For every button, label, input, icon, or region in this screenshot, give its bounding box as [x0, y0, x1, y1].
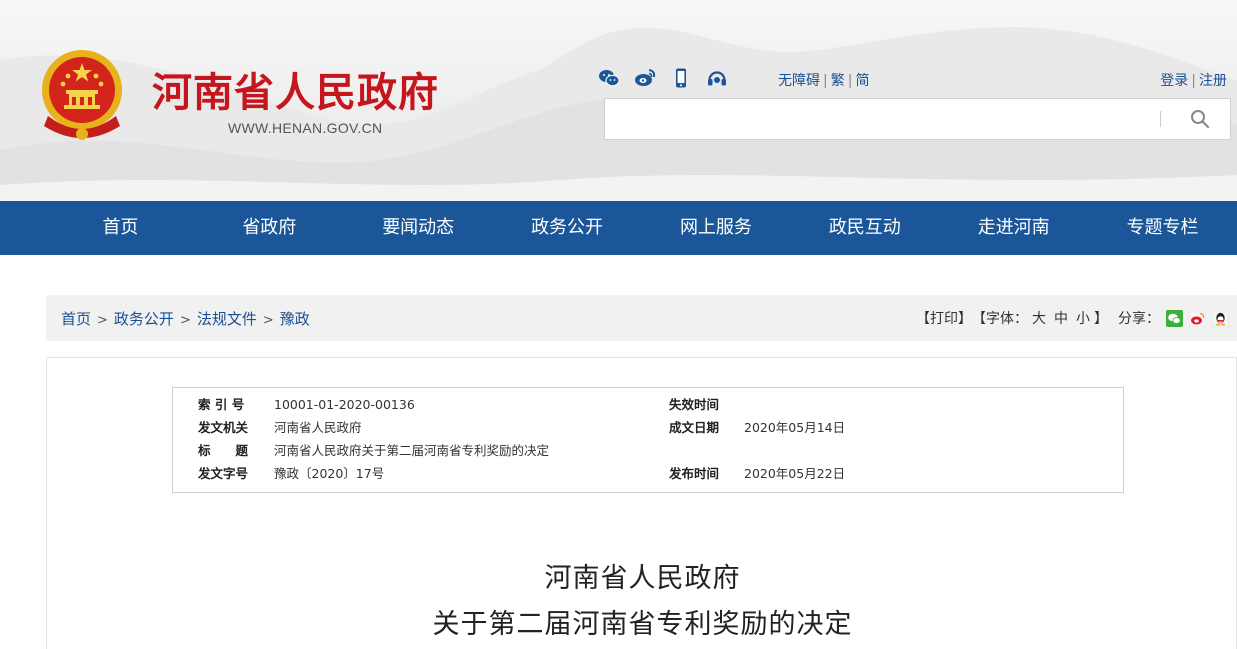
- breadcrumb-separator: >: [179, 313, 191, 328]
- metadata-row: 发文字号 豫政〔2020〕17号 发布时间 2020年05月22日: [173, 462, 1125, 485]
- metadata-row: 索 引 号 10001-01-2020-00136 失效时间: [173, 393, 1125, 416]
- expiry-date-label: 失效时间: [669, 397, 720, 412]
- breadcrumb-separator: >: [262, 313, 274, 328]
- page-tools: 【打印】 【字体： 大 中 小 】 分享：: [916, 308, 1229, 328]
- breadcrumb-regulations[interactable]: 法规文件: [197, 310, 257, 328]
- simplified-chinese-link[interactable]: 简: [855, 73, 869, 89]
- print-button[interactable]: 【打印】: [916, 308, 972, 328]
- breadcrumb-bar: 首页 > 政务公开 > 法规文件 > 豫政 【打印】 【字体： 大 中 小 】 分享：: [46, 295, 1237, 341]
- search-icon: [1191, 110, 1210, 129]
- search-input[interactable]: [605, 99, 1155, 139]
- written-date-label: 成文日期: [669, 420, 720, 435]
- index-number-label: 索 引 号: [198, 397, 245, 412]
- metadata-row: 标 题 河南省人民政府关于第二届河南省专利奖励的决定: [173, 439, 1125, 462]
- font-size-small[interactable]: 小: [1076, 308, 1090, 328]
- site-url: WWW.HENAN.GOV.CN: [228, 120, 383, 136]
- social-links: [598, 67, 728, 89]
- weibo-share-icon[interactable]: [1189, 309, 1206, 327]
- login-link[interactable]: 登录: [1160, 73, 1188, 89]
- nav-item-online-services[interactable]: 网上服务: [642, 201, 791, 255]
- written-date-value: 2020年05月14日: [744, 420, 846, 435]
- issuing-authority-value: 河南省人民政府: [274, 420, 362, 435]
- issuing-authority-label: 发文机关: [198, 420, 249, 435]
- publish-date-value: 2020年05月22日: [744, 466, 846, 481]
- weibo-icon[interactable]: [634, 67, 656, 89]
- breadcrumb: 首页 > 政务公开 > 法规文件 > 豫政: [61, 308, 310, 329]
- mobile-icon[interactable]: [670, 67, 692, 89]
- site-title[interactable]: 河南省人民政府: [152, 60, 439, 118]
- document-number-label: 发文字号: [198, 466, 249, 481]
- document-number-value: 豫政〔2020〕17号: [274, 466, 385, 481]
- font-size-label: 【字体：: [972, 311, 1028, 327]
- nav-item-provincial-government[interactable]: 省政府: [195, 201, 344, 255]
- accessibility-link[interactable]: 无障碍: [778, 73, 820, 89]
- breadcrumb-home[interactable]: 首页: [61, 310, 91, 328]
- font-size-medium[interactable]: 中: [1054, 308, 1068, 328]
- nav-item-government-affairs[interactable]: 政务公开: [493, 201, 642, 255]
- site-header: 河南省人民政府 WWW.HENAN.GOV.CN 无障碍 | 繁 | 简 登录 …: [0, 0, 1237, 201]
- qq-share-icon[interactable]: [1212, 309, 1229, 327]
- document-heading-line1: 河南省人民政府: [544, 563, 741, 594]
- wechat-icon[interactable]: [598, 67, 620, 89]
- user-links: 登录 | 注册: [1160, 70, 1227, 90]
- search-box: [604, 98, 1231, 140]
- national-emblem-icon: [42, 50, 122, 140]
- search-divider: [1160, 111, 1161, 127]
- divider: |: [1191, 73, 1196, 89]
- article-content: 索 引 号 10001-01-2020-00136 失效时间 发文机关 河南省人…: [46, 357, 1237, 649]
- breadcrumb-yuzheng[interactable]: 豫政: [280, 310, 310, 328]
- main-nav: 首页 省政府 要闻动态 政务公开 网上服务 政民互动 走进河南 专题专栏: [0, 201, 1237, 255]
- document-title-value: 河南省人民政府关于第二届河南省专利奖励的决定: [274, 443, 550, 458]
- index-number-value: 10001-01-2020-00136: [274, 397, 415, 412]
- divider: |: [823, 73, 828, 89]
- nav-item-news[interactable]: 要闻动态: [344, 201, 493, 255]
- font-size-close: 】: [1094, 311, 1108, 327]
- nav-item-home[interactable]: 首页: [46, 201, 195, 255]
- publish-date-label: 发布时间: [669, 466, 720, 481]
- metadata-row: 发文机关 河南省人民政府 成文日期 2020年05月14日: [173, 416, 1125, 439]
- breadcrumb-government-affairs[interactable]: 政务公开: [114, 310, 174, 328]
- nav-item-about-henan[interactable]: 走进河南: [939, 201, 1088, 255]
- language-links: 无障碍 | 繁 | 简: [778, 70, 869, 90]
- register-link[interactable]: 注册: [1199, 73, 1227, 89]
- traditional-chinese-link[interactable]: 繁: [831, 73, 845, 89]
- document-metadata-table: 索 引 号 10001-01-2020-00136 失效时间 发文机关 河南省人…: [172, 387, 1124, 493]
- breadcrumb-separator: >: [97, 313, 108, 328]
- nav-item-special-topics[interactable]: 专题专栏: [1088, 201, 1237, 255]
- share-label: 分享：: [1118, 311, 1160, 327]
- document-heading-line2: 关于第二届河南省专利奖励的决定: [432, 609, 853, 640]
- document-title-label: 标 题: [198, 443, 249, 458]
- nav-item-interaction[interactable]: 政民互动: [790, 201, 939, 255]
- divider: |: [847, 73, 853, 89]
- search-button[interactable]: [1180, 105, 1220, 133]
- font-size-large[interactable]: 大: [1032, 308, 1046, 328]
- wechat-share-icon[interactable]: [1166, 309, 1183, 327]
- headset-icon[interactable]: [706, 67, 728, 89]
